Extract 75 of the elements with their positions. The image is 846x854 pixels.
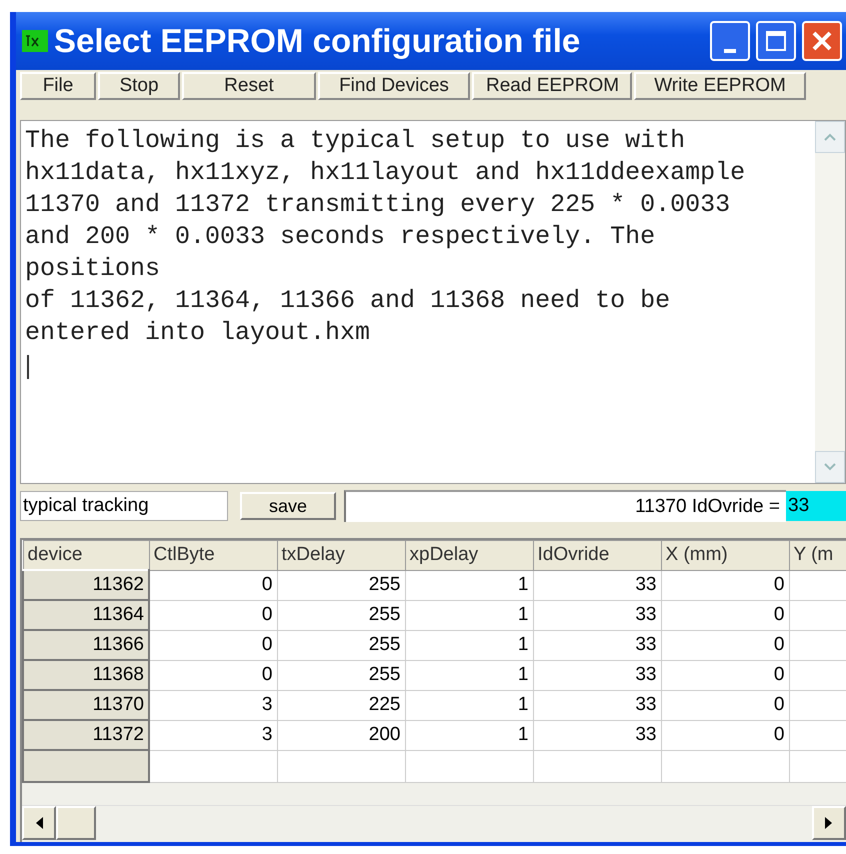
scroll-thumb[interactable] xyxy=(56,806,96,840)
close-button[interactable] xyxy=(802,21,842,61)
text-line: positions xyxy=(25,253,162,285)
row-header[interactable]: 11366 xyxy=(23,630,149,660)
name-field[interactable]: typical tracking xyxy=(20,491,228,521)
column-header[interactable]: IdOvride xyxy=(533,540,661,570)
table-cell: 255 xyxy=(277,570,405,600)
table-cell: 33 xyxy=(533,600,661,630)
text-line: of 11362, 11364, 11366 and 11368 need to be xyxy=(25,285,672,317)
table-cell: 0 xyxy=(149,630,277,660)
row-header[interactable]: 11370 xyxy=(23,690,149,720)
table-cell: 0 xyxy=(149,570,277,600)
table-cell: 3 xyxy=(149,690,277,720)
row-header[interactable]: 11364 xyxy=(23,600,149,630)
text-line: hx11data, hx11xyz, hx11layout and hx11ddeexample xyxy=(25,157,746,189)
row-header[interactable]: 11362 xyxy=(23,570,149,600)
scroll-left-button[interactable] xyxy=(22,806,56,840)
minimize-button[interactable] xyxy=(710,21,750,61)
table-cell: 33 xyxy=(533,720,661,750)
table-cell: 1 xyxy=(405,600,533,630)
column-header[interactable]: Y (m xyxy=(789,540,846,570)
toolbar-button[interactable]: Reset xyxy=(182,72,316,100)
close-icon xyxy=(811,30,833,52)
toolbar-button[interactable]: Read EEPROM xyxy=(472,72,632,100)
row-header[interactable] xyxy=(23,750,149,782)
app-icon xyxy=(22,30,48,52)
table-cell: 3 xyxy=(149,720,277,750)
column-header[interactable]: xpDelay xyxy=(405,540,533,570)
maximize-button[interactable] xyxy=(756,21,796,61)
scroll-right-button[interactable] xyxy=(812,806,846,840)
window-title: Select EEPROM configuration file xyxy=(54,22,582,60)
text-line: and 200 * 0.0033 seconds respectively. The xyxy=(25,221,656,253)
table-cell: 255 xyxy=(277,600,405,630)
minimize-icon xyxy=(724,49,736,53)
right-arrow-icon xyxy=(824,816,834,830)
column-header[interactable]: CtlByte xyxy=(149,540,277,570)
column-header[interactable]: txDelay xyxy=(277,540,405,570)
status-label: 11370 IdOvride = xyxy=(635,496,780,518)
left-arrow-icon xyxy=(34,816,44,830)
table-cell: 1 xyxy=(405,720,533,750)
table-cell: 1 xyxy=(405,690,533,720)
table-cell: 0 xyxy=(661,690,789,720)
table-cell: 1 xyxy=(405,660,533,690)
column-header[interactable]: X (mm) xyxy=(661,540,789,570)
table-cell: 0 xyxy=(149,600,277,630)
table-cell: 33 xyxy=(533,660,661,690)
table-cell: 0 xyxy=(661,720,789,750)
table-cell: 0 xyxy=(661,570,789,600)
toolbar-button[interactable]: Write EEPROM xyxy=(634,72,806,100)
value-field[interactable]: 33 xyxy=(786,491,846,521)
text-line: entered into layout.hxm xyxy=(25,317,372,349)
text-cursor xyxy=(27,355,29,379)
column-header[interactable]: device xyxy=(23,540,149,570)
table-cell: 0 xyxy=(661,630,789,660)
maximize-icon xyxy=(765,30,787,52)
toolbar-button[interactable]: File xyxy=(20,72,96,100)
table-cell: 0 xyxy=(149,660,277,690)
table-cell: 33 xyxy=(533,690,661,720)
table-cell: 0 xyxy=(661,660,789,690)
table-cell: 33 xyxy=(533,630,661,660)
table-cell: 255 xyxy=(277,660,405,690)
text-line: 11370 and 11372 transmitting every 225 * 0.0033 xyxy=(25,189,732,221)
save-button[interactable]: save xyxy=(240,492,336,520)
table-cell: 1 xyxy=(405,570,533,600)
toolbar-button[interactable]: Find Devices xyxy=(318,72,470,100)
table-cell: 0 xyxy=(661,600,789,630)
table-cell: 225 xyxy=(277,690,405,720)
table-cell: 33 xyxy=(533,570,661,600)
toolbar-button[interactable]: Stop xyxy=(98,72,180,100)
row-header[interactable]: 11372 xyxy=(23,720,149,750)
text-line: The following is a typical setup to use with xyxy=(25,125,686,157)
row-header[interactable]: 11368 xyxy=(23,660,149,690)
table-cell: 200 xyxy=(277,720,405,750)
table-cell: 1 xyxy=(405,630,533,660)
table-cell: 255 xyxy=(277,630,405,660)
